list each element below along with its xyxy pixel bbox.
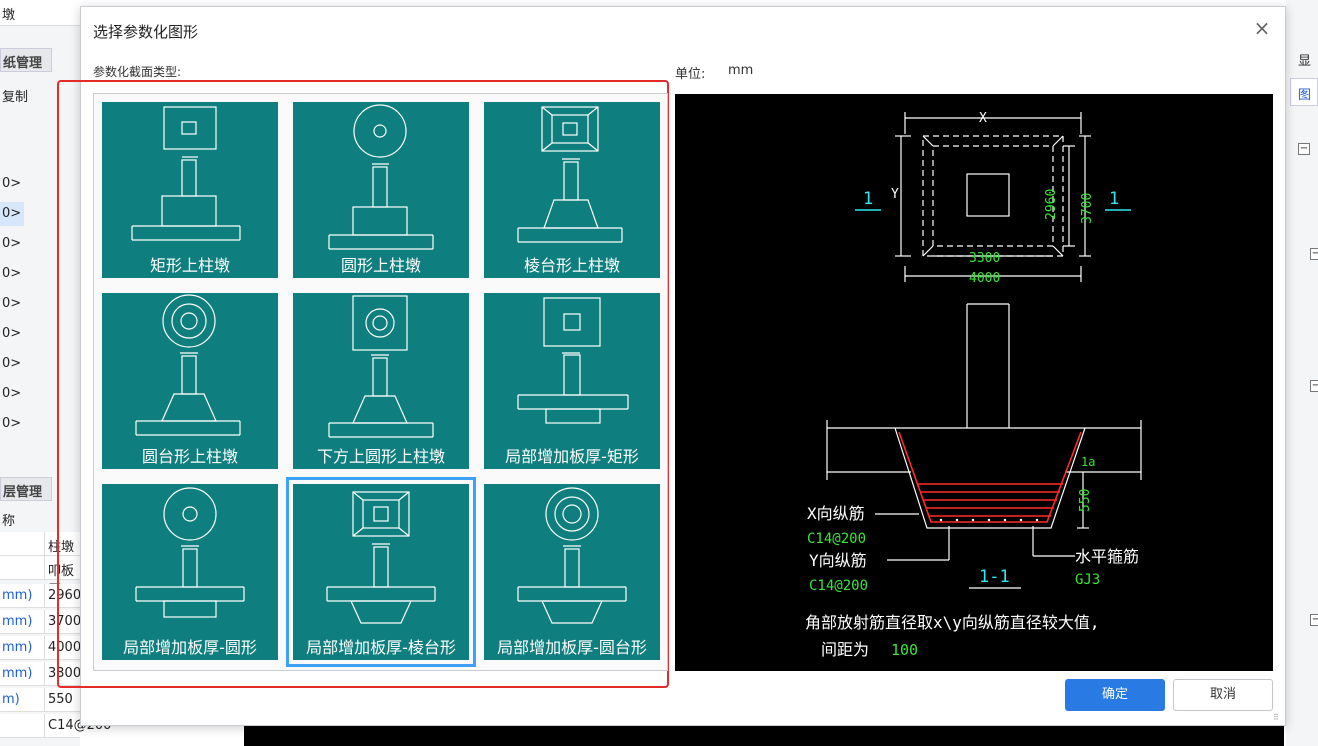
- shape-label: 圆台形上柱墩: [141, 447, 238, 466]
- shape-label: 局部增加板厚-圆形: [123, 638, 257, 657]
- dim-y-label: Y: [891, 187, 899, 202]
- dim-3700-label: 3700: [1080, 193, 1095, 224]
- note-line-2: 间距为: [821, 640, 869, 659]
- shape-label: 圆形上柱墩: [340, 256, 421, 275]
- left-panel-title: 墩: [0, 0, 80, 26]
- list-item[interactable]: 0>: [0, 172, 80, 196]
- shape-tile-local-frustum[interactable]: 局部增加板厚-棱台形: [286, 477, 476, 667]
- y-rebar-label: Y向纵筋: [809, 551, 867, 570]
- round-frustum-top-pier-icon: [135, 294, 241, 436]
- shape-preview-drawing: X Y 2960 3700 3300 4000 1 1 1a 550 X向纵筋 …: [675, 94, 1273, 671]
- dim-550-label: 550: [1078, 489, 1093, 512]
- table-row[interactable]: 柱墩: [0, 532, 80, 556]
- shape-tile-frustum-top[interactable]: 棱台形上柱墩: [484, 102, 660, 278]
- local-thicken-rect-icon: [517, 297, 629, 424]
- section-mark-left: 1: [863, 189, 873, 209]
- local-thicken-round-frustum-icon: [517, 487, 627, 624]
- shape-tile-local-rect[interactable]: 局部增加板厚-矩形: [484, 293, 660, 469]
- right-panel: [1286, 0, 1318, 746]
- dim-la-label: 1a: [1081, 455, 1095, 469]
- stirrup-label: 水平箍筋: [1075, 547, 1139, 566]
- list-item[interactable]: 0>: [0, 382, 80, 406]
- note-line-1: 角部放射筋直径取x\y向纵筋直径较大值,: [805, 613, 1100, 632]
- shape-label: 棱台形上柱墩: [523, 256, 620, 275]
- copy-button[interactable]: 复制: [0, 82, 80, 106]
- cad-canvas[interactable]: [244, 724, 1284, 746]
- select-parametric-shape-dialog: 选择参数化图形 × 参数化截面类型: 单位: mm 矩形上柱墩 圆形上柱墩 棱台…: [57, 6, 1286, 726]
- list-item[interactable]: 0>: [0, 232, 80, 256]
- collapse-icon[interactable]: −: [1310, 614, 1318, 626]
- section-title: 1-1: [979, 567, 1010, 587]
- tab-layer-management[interactable]: 层管理: [0, 477, 52, 501]
- list-item[interactable]: 0>: [0, 412, 80, 436]
- property-name-header: 称: [2, 514, 16, 529]
- dim-4000-label: 4000: [969, 271, 1000, 286]
- collapse-icon[interactable]: −: [1310, 380, 1318, 392]
- table-row[interactable]: m) 550: [0, 688, 80, 712]
- local-thicken-circle-icon: [135, 487, 245, 618]
- rect-top-pier-icon: [131, 106, 241, 241]
- table-row[interactable]: C14@200: [0, 714, 111, 738]
- local-thicken-frustum-icon: [326, 491, 436, 624]
- collapse-icon[interactable]: −: [1310, 248, 1318, 260]
- list-item[interactable]: 0>: [0, 352, 80, 376]
- close-icon[interactable]: ×: [1251, 17, 1273, 39]
- confirm-button[interactable]: 确定: [1065, 679, 1165, 711]
- unit-label: 单位:: [675, 67, 706, 82]
- shape-grid: 矩形上柱墩 圆形上柱墩 棱台形上柱墩 圆台形上柱墩 下方上圆形上柱墩 局部增加板…: [93, 93, 668, 671]
- cancel-button[interactable]: 取消: [1173, 679, 1273, 711]
- table-row[interactable]: mm) 4000: [0, 636, 81, 660]
- frustum-top-pier-icon: [517, 106, 623, 243]
- shape-tile-local-round-frustum[interactable]: 局部增加板厚-圆台形: [484, 484, 660, 660]
- shape-label: 矩形上柱墩: [149, 256, 230, 275]
- shape-tile-rect-top[interactable]: 矩形上柱墩: [102, 102, 278, 278]
- shape-label: 局部增加板厚-棱台形: [306, 638, 456, 657]
- dialog-title: 选择参数化图形: [93, 23, 199, 41]
- note-spacing-value: 100: [891, 641, 918, 659]
- circle-top-pier-icon: [328, 104, 434, 250]
- shape-tile-local-circle[interactable]: 局部增加板厚-圆形: [102, 484, 278, 660]
- collapse-icon[interactable]: −: [1298, 143, 1310, 155]
- right-panel-label: 显: [1298, 54, 1312, 69]
- dim-x-label: X: [979, 111, 987, 126]
- shape-tile-square-circle-top[interactable]: 下方上圆形上柱墩: [293, 293, 469, 469]
- square-circle-top-pier-icon: [328, 295, 434, 438]
- shape-tile-round-frustum-top[interactable]: 圆台形上柱墩: [102, 293, 278, 469]
- table-row[interactable]: mm) 3300: [0, 662, 81, 686]
- list-item[interactable]: 0>: [0, 262, 80, 286]
- x-rebar-value: C14@200: [807, 531, 866, 547]
- x-rebar-label: X向纵筋: [807, 504, 865, 523]
- table-row[interactable]: mm) 3700: [0, 610, 81, 634]
- shape-label: 下方上圆形上柱墩: [316, 447, 445, 466]
- resize-grip-icon[interactable]: ⠿: [1273, 713, 1283, 723]
- list-item[interactable]: 0>: [0, 292, 80, 316]
- stirrup-value: GJ3: [1075, 572, 1100, 588]
- shape-label: 局部增加板厚-圆台形: [497, 638, 647, 657]
- section-type-label: 参数化截面类型:: [93, 65, 182, 79]
- shape-label: 局部增加板厚-矩形: [505, 447, 639, 466]
- tab-drawing-management[interactable]: 纸管理: [0, 48, 52, 72]
- preview-svg: X Y 2960 3700 3300 4000 1 1 1a 550 X向纵筋 …: [805, 111, 1142, 659]
- table-row[interactable]: mm) 2960: [0, 584, 81, 608]
- tab-right-panel[interactable]: 图: [1290, 78, 1318, 106]
- section-mark-right: 1: [1109, 189, 1119, 209]
- list-item[interactable]: 0>: [0, 322, 80, 346]
- table-row[interactable]: 叩板厚: [0, 556, 80, 598]
- y-rebar-value: C14@200: [809, 578, 868, 594]
- dim-3300-label: 3300: [969, 251, 1000, 266]
- shape-tile-circle-top[interactable]: 圆形上柱墩: [293, 102, 469, 278]
- dim-2960-label: 2960: [1044, 189, 1059, 220]
- list-item[interactable]: 0>: [0, 202, 24, 226]
- unit-value: mm: [728, 63, 754, 78]
